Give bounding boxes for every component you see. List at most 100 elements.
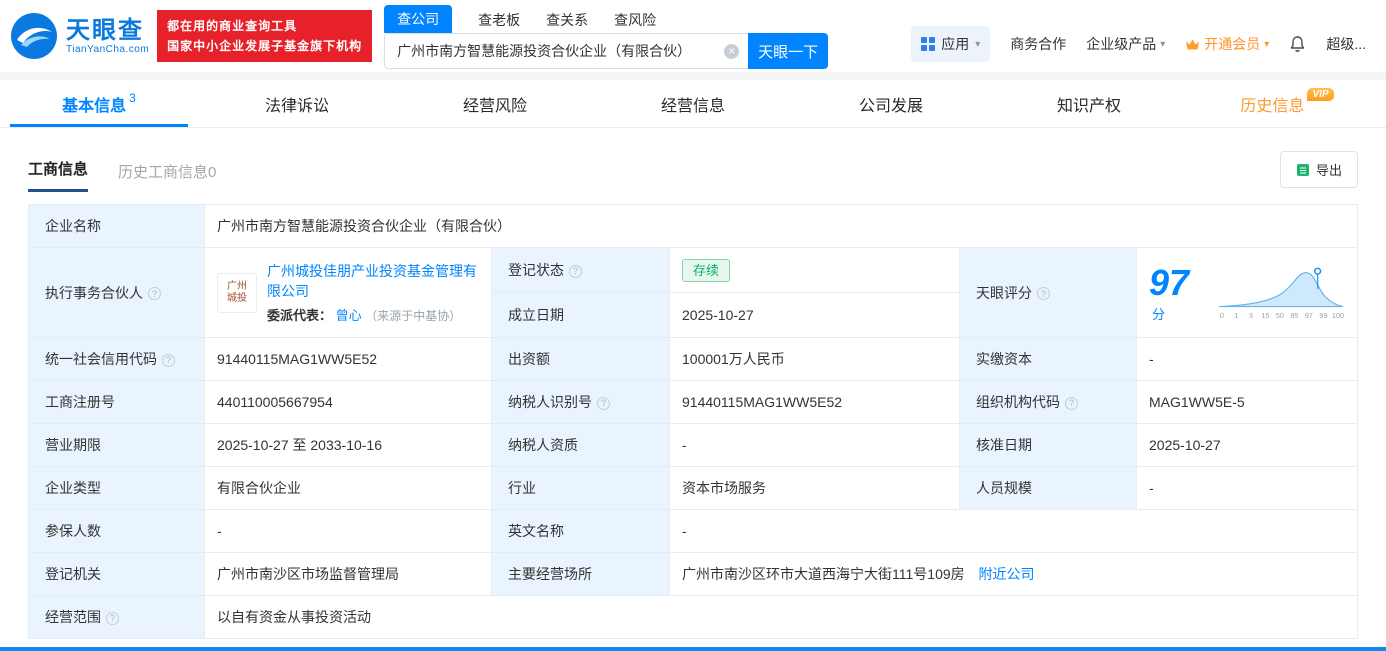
label-english-name: 英文名称 [491, 509, 670, 553]
svg-text:100: 100 [1332, 311, 1344, 320]
row-business-scope: 经营范围? 以自有资金从事投资活动 [28, 595, 1358, 639]
tab-label: 经营风险 [462, 97, 527, 115]
partner-company-link[interactable]: 广州城投佳朋产业投资基金管理有限公司 [267, 261, 479, 301]
partner-company-logo[interactable]: 广州城投 [217, 272, 257, 313]
score-value: 97 [1149, 262, 1190, 303]
tab-company-development[interactable]: 公司发展 [792, 80, 990, 127]
help-icon[interactable]: ? [1065, 396, 1078, 410]
value-main-premises: 广州市南沙区环市大道西海宁大街111号109房 附近公司 [669, 552, 1358, 596]
status-badge: 存续 [682, 258, 731, 282]
value-approval-date: 2025-10-27 [1136, 423, 1358, 467]
search-input-wrap: × [384, 33, 749, 69]
tab-operational-risk[interactable]: 经营风险 [396, 80, 594, 127]
search-tab-risk[interactable]: 查风险 [614, 10, 656, 33]
slogan-line-2: 国家中小企业发展子基金旗下机构 [167, 39, 363, 53]
value-org-code: MAG1WW5E-5 [1136, 380, 1358, 424]
export-excel-icon [1296, 163, 1309, 176]
delegate-label: 委派代表： [267, 308, 333, 323]
caret-down-icon: ▾ [975, 38, 981, 50]
row-partner-status: 执行事务合伙人? 广州城投 广州城投佳朋产业投资基金管理有限公司 委派代表： 曾… [28, 247, 1358, 338]
tab-history-info[interactable]: 历史信息 VIP [1188, 80, 1386, 127]
apps-label: 应用 [941, 36, 970, 52]
header-divider [0, 72, 1386, 80]
nav-enterprise-products[interactable]: 企业级产品 ▾ [1086, 34, 1165, 54]
value-executive-partner: 广州城投 广州城投佳朋产业投资基金管理有限公司 委派代表： 曾心 （来源于中基协… [204, 247, 492, 338]
help-icon[interactable]: ? [148, 287, 161, 300]
nearby-companies-link[interactable]: 附近公司 [979, 566, 1035, 582]
label-credit-code: 统一社会信用代码? [28, 337, 205, 381]
subtab-history-registration[interactable]: 历史工商信息0 [118, 161, 216, 192]
label-org-code: 组织机构代码? [959, 380, 1137, 424]
score-unit: 分 [1152, 307, 1166, 322]
tab-count-badge: 3 [129, 90, 136, 105]
search-tab-boss[interactable]: 查老板 [478, 10, 520, 33]
nav-open-vip[interactable]: 开通会员 ▾ [1185, 34, 1269, 54]
svg-text:99: 99 [1320, 311, 1328, 320]
caret-down-icon: ▾ [1160, 38, 1166, 50]
value-reg-status: 存续 [669, 247, 960, 293]
apps-menu-button[interactable]: 应用 ▾ [911, 26, 991, 62]
value-capital: 100001万人民币 [669, 337, 960, 381]
score-number: 97 分 [1149, 262, 1203, 323]
help-icon[interactable]: ? [569, 264, 582, 278]
help-icon[interactable]: ? [597, 396, 610, 410]
clear-search-icon[interactable]: × [724, 43, 740, 59]
logo-subtitle: TianYanCha.com [66, 43, 150, 55]
search-button[interactable]: 天眼一下 [748, 33, 829, 69]
label-main-premises: 主要经营场所 [491, 552, 670, 596]
apps-grid-icon [921, 37, 936, 51]
tab-label: 历史信息 [1240, 97, 1305, 115]
brand-slogan-badge: 都在用的商业查询工具 国家中小企业发展子基金旗下机构 [157, 10, 373, 62]
tab-legal-proceedings[interactable]: 法律诉讼 [198, 80, 396, 127]
row-reg-authority: 登记机关 广州市南沙区市场监督管理局 主要经营场所 广州市南沙区环市大道西海宁大… [28, 552, 1358, 596]
logo-title: 天眼查 [66, 16, 144, 44]
value-english-name: - [669, 509, 1358, 553]
vip-crown-icon [1186, 39, 1200, 49]
help-icon[interactable]: ? [1037, 287, 1050, 300]
tab-label: 公司发展 [858, 97, 923, 115]
subtab-business-registration[interactable]: 工商信息 [28, 158, 89, 192]
delegate-line: 委派代表： 曾心 （来源于中基协） [267, 305, 479, 324]
value-credit-code: 91440115MAG1WW5E52 [204, 337, 492, 381]
search-input[interactable] [385, 43, 749, 59]
enterprise-products-label: 企业级产品 [1086, 36, 1157, 52]
footer-accent-bar [0, 647, 1386, 651]
top-header: 天眼查 TianYanCha.com 都在用的商业查询工具 国家中小企业发展子基… [0, 0, 1386, 72]
tianyancha-logo[interactable]: 天眼查 TianYanCha.com [10, 12, 149, 60]
tab-basic-info[interactable]: 基本信息 3 [0, 80, 198, 127]
value-industry: 资本市场服务 [669, 466, 960, 510]
svg-text:85: 85 [1291, 311, 1299, 320]
basic-info-section: 工商信息 历史工商信息0 导出 企业名称 广州市南方智慧能源投资合伙企业（有限合… [0, 128, 1386, 639]
label-industry: 行业 [491, 466, 670, 510]
search-tab-relation[interactable]: 查关系 [546, 10, 588, 33]
main-premises-text: 广州市南沙区环市大道西海宁大街111号109房 [682, 566, 965, 582]
export-label: 导出 [1315, 163, 1342, 178]
label-reg-no: 工商注册号 [28, 380, 205, 424]
help-icon[interactable]: ? [162, 353, 175, 367]
search-tab-company[interactable]: 查公司 [384, 5, 453, 33]
row-insured-num: 参保人数 - 英文名称 - [28, 509, 1358, 553]
tab-intellectual-property[interactable]: 知识产权 [990, 80, 1188, 127]
label-staff-size: 人员规模 [959, 466, 1137, 510]
value-reg-no: 440110005667954 [204, 380, 492, 424]
nav-business-cooperation[interactable]: 商务合作 [1010, 34, 1066, 54]
tab-business-information[interactable]: 经营信息 [594, 80, 792, 127]
label-company-type: 企业类型 [28, 466, 205, 510]
help-icon[interactable]: ? [106, 611, 119, 625]
value-company-type: 有限合伙企业 [204, 466, 492, 510]
label-taxpayer-no: 纳税人识别号? [491, 380, 670, 424]
search-row: × 天眼一下 [384, 33, 829, 69]
caret-down-icon: ▾ [1264, 38, 1270, 50]
delegate-source: （来源于中基协） [365, 309, 462, 323]
tianyan-score-widget[interactable]: 97分 0 1 3 15 50 85 97 99 100 [1149, 262, 1345, 323]
nav-super-vip[interactable]: 超级... [1326, 34, 1366, 54]
value-company-name: 广州市南方智慧能源投资合伙企业（有限合伙） [204, 204, 1358, 248]
notification-bell-icon[interactable] [1289, 35, 1306, 53]
value-tianyan-score: 97分 0 1 3 15 50 85 97 99 100 [1136, 247, 1358, 338]
svg-text:97: 97 [1305, 311, 1313, 320]
export-button[interactable]: 导出 [1279, 151, 1358, 188]
delegate-name-link[interactable]: 曾心 [336, 308, 362, 323]
label-tianyan-score: 天眼评分? [959, 247, 1137, 338]
search-tabs: 查公司 查老板 查关系 查风险 [384, 5, 828, 33]
label-capital: 出资额 [491, 337, 670, 381]
